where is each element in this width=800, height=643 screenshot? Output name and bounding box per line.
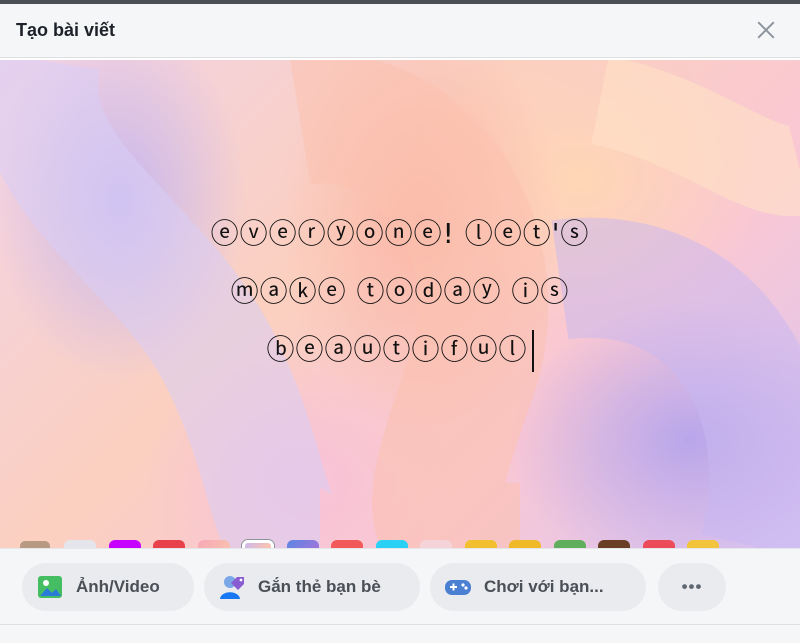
dialog-title: Tạo bài viết: [16, 20, 116, 40]
background-swatch-pastel-selected[interactable]: [242, 540, 274, 548]
background-swatch-purple[interactable]: [108, 540, 141, 548]
dialog-header: Tạo bài viết: [0, 4, 800, 58]
post-text-line: ⓔⓥⓔⓡⓨⓞⓝⓔ! ⓛⓔⓣ'ⓢ: [210, 217, 590, 250]
tag-friends-label: Gắn thẻ bạn bè: [258, 577, 381, 596]
swatch-back-button[interactable]: ‹: [20, 541, 50, 548]
post-text-line-content: ⓑⓔⓐⓤⓣⓘⓕⓤⓛ: [266, 333, 528, 366]
background-swatch-pink-gradient[interactable]: [197, 540, 230, 548]
post-text-line: ⓜⓐⓚⓔ ⓣⓞⓓⓐⓨ ⓘⓢ: [230, 275, 570, 308]
photo-video-button[interactable]: Ảnh/Video: [22, 563, 194, 611]
background-swatch-green-pattern[interactable]: [553, 540, 586, 548]
post-text-line: ⓑⓔⓐⓤⓣⓘⓕⓤⓛ: [0, 321, 800, 379]
background-swatch-yellow-face-1[interactable]: [464, 540, 497, 548]
photo-video-label: Ảnh/Video: [76, 577, 160, 596]
text-caret: [531, 330, 534, 372]
photo-icon: [36, 573, 64, 601]
tag-people-icon: [218, 573, 246, 601]
background-swatch-yellow-face-3[interactable]: [687, 540, 719, 548]
background-swatch-brown-pattern[interactable]: [598, 540, 630, 548]
background-swatch-yellow-face-2[interactable]: [509, 540, 541, 548]
background-swatch-blue-purple-gradient[interactable]: [286, 540, 319, 548]
post-text-area[interactable]: ⓔⓥⓔⓡⓨⓞⓝⓔ! ⓛⓔⓣ'ⓢ ⓜⓐⓚⓔ ⓣⓞⓓⓐⓨ ⓘⓢ ⓑⓔⓐⓤⓣⓘⓕⓤⓛ: [0, 205, 800, 379]
background-swatch-cyan[interactable]: [375, 540, 408, 548]
background-swatch-coral[interactable]: [331, 540, 363, 548]
background-swatch-red-pattern[interactable]: [153, 540, 185, 548]
background-swatch-strawberry[interactable]: [642, 540, 675, 548]
more-icon: •••: [681, 577, 703, 596]
create-post-dialog: Tạo bài viết ⓔⓥⓔⓡⓨⓞⓝⓔ! ⓛⓔⓣ'ⓢ ⓜⓐⓚⓔ ⓣⓞⓓⓐⓨ …: [0, 0, 800, 643]
more-options-button[interactable]: •••: [658, 563, 726, 611]
tag-friends-button[interactable]: Gắn thẻ bạn bè: [204, 563, 420, 611]
divider: [0, 624, 800, 625]
close-icon[interactable]: [754, 18, 778, 42]
play-with-friends-button[interactable]: Chơi với bạn...: [430, 563, 646, 611]
post-background-canvas[interactable]: ⓔⓥⓔⓡⓨⓞⓝⓔ! ⓛⓔⓣ'ⓢ ⓜⓐⓚⓔ ⓣⓞⓓⓐⓨ ⓘⓢ ⓑⓔⓐⓤⓣⓘⓕⓤⓛ …: [0, 60, 800, 548]
post-actions-bar: Ảnh/Video Gắn thẻ bạn bè Chơi với bạn...…: [0, 548, 800, 643]
background-swatch-light-pink[interactable]: [420, 540, 452, 548]
play-with-friends-label: Chơi với bạn...: [484, 577, 604, 596]
background-swatch-white[interactable]: [64, 540, 96, 548]
game-controller-icon: [444, 573, 472, 601]
